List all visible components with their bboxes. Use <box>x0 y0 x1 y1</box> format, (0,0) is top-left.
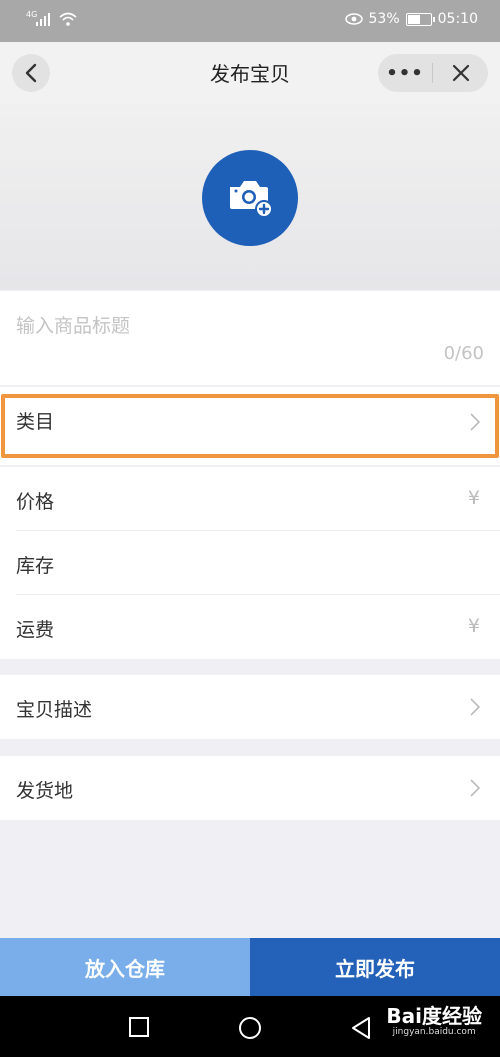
back-triangle-icon[interactable] <box>350 1016 372 1040</box>
bottom-action-bar: 放入仓库 立即发布 <box>0 938 500 996</box>
chevron-right-icon <box>470 779 480 797</box>
shipping-fee-label: 运费 <box>16 619 55 641</box>
price-label: 价格 <box>16 491 55 513</box>
price-currency-symbol: ¥ <box>467 487 480 509</box>
product-title-placeholder: 输入商品标题 <box>16 315 131 337</box>
ship-from-label: 发货地 <box>16 780 74 802</box>
price-row[interactable]: 价格 ¥ <box>0 467 500 531</box>
nav-capsule: ••• <box>378 54 488 92</box>
stock-row[interactable]: 库存 <box>0 531 500 595</box>
battery-icon <box>405 12 435 26</box>
system-nav-bar: Bai度经验 jingyan.baidu.com <box>0 996 500 1057</box>
product-title-field[interactable]: 输入商品标题 0/60 <box>0 291 500 385</box>
status-bar: 4G 53% 05:10 <box>0 0 500 42</box>
status-left: 4G <box>26 10 77 26</box>
photo-upload-area <box>0 104 500 290</box>
nav-bar: 发布宝贝 ••• <box>0 42 500 104</box>
description-row[interactable]: 宝贝描述 <box>0 675 500 739</box>
close-button[interactable] <box>433 64 488 82</box>
save-to-warehouse-button[interactable]: 放入仓库 <box>0 938 250 996</box>
chevron-right-icon <box>470 698 480 716</box>
title-char-counter: 0/60 <box>443 343 484 364</box>
network-label: 4G <box>26 10 38 19</box>
eye-icon <box>344 13 363 25</box>
wifi-icon <box>59 12 77 26</box>
description-label: 宝贝描述 <box>16 699 93 721</box>
signal-icon <box>36 12 50 26</box>
camera-add-icon <box>230 181 273 218</box>
baidu-watermark: Bai度经验 jingyan.baidu.com <box>386 1006 482 1038</box>
more-button[interactable]: ••• <box>378 63 432 84</box>
close-icon <box>452 64 469 82</box>
add-photo-button[interactable] <box>202 150 298 246</box>
ship-from-row[interactable]: 发货地 <box>0 756 500 820</box>
recent-apps-icon[interactable] <box>129 1017 149 1037</box>
status-right: 53% 05:10 <box>344 11 478 27</box>
publish-now-button[interactable]: 立即发布 <box>250 938 500 996</box>
watermark-brand: Bai度经验 <box>386 1004 482 1028</box>
chevron-right-icon <box>470 413 480 431</box>
shipping-fee-row[interactable]: 运费 ¥ <box>0 595 500 659</box>
category-row[interactable]: 类目 <box>0 387 500 465</box>
shipping-currency-symbol: ¥ <box>467 615 480 637</box>
battery-percent: 53% <box>368 11 400 27</box>
watermark-url: jingyan.baidu.com <box>392 1027 476 1037</box>
status-time: 05:10 <box>437 11 478 27</box>
stock-label: 库存 <box>16 555 55 577</box>
home-icon[interactable] <box>238 1016 262 1040</box>
category-label: 类目 <box>16 411 55 433</box>
